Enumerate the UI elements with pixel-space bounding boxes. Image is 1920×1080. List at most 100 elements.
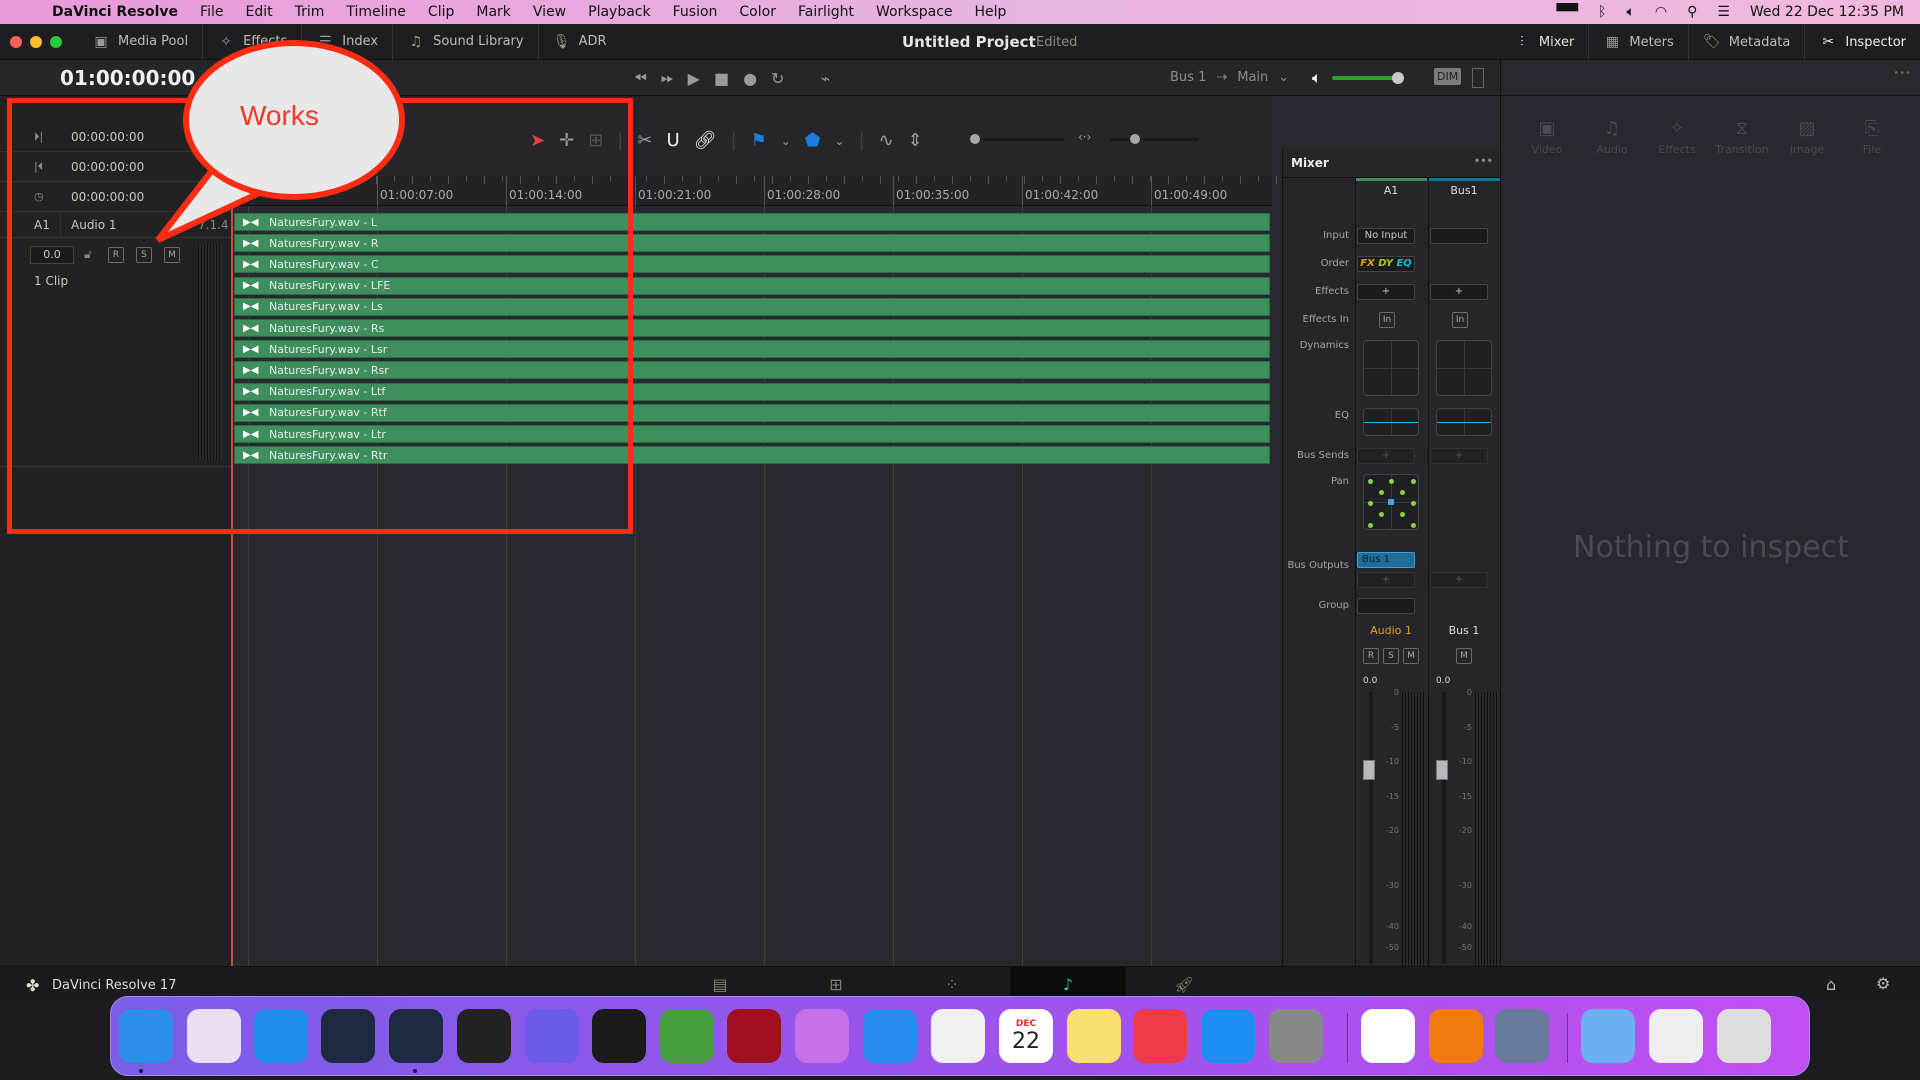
menu-workspace[interactable]: Workspace: [876, 4, 953, 20]
inspector-toggle-button[interactable]: ✂ Inspector: [1805, 24, 1920, 60]
spotlight-search-icon[interactable]: ⚲: [1687, 4, 1697, 20]
a1-input-selector[interactable]: No Input: [1357, 228, 1415, 244]
dock-safari-icon[interactable]: [254, 1009, 308, 1063]
bus-route[interactable]: Bus 1 ⇢ Main ⌄: [1170, 70, 1289, 85]
menubar-clock[interactable]: Wed 22 Dec 12:35 PM: [1750, 4, 1904, 20]
mixer-options-button[interactable]: •••: [1474, 156, 1493, 167]
stop-button[interactable]: ■: [714, 69, 729, 88]
a1-dynamics-graph[interactable]: [1363, 340, 1419, 396]
sound-library-button[interactable]: ♫ Sound Library: [393, 23, 539, 60]
close-window-button[interactable]: [10, 35, 22, 48]
dock-calendar-icon[interactable]: DEC 22: [999, 1009, 1053, 1063]
dock-resolve-64-icon[interactable]: [1361, 1009, 1415, 1063]
dock-keychain-access-icon[interactable]: [1495, 1009, 1549, 1063]
project-settings-gear-icon[interactable]: ⚙: [1876, 974, 1890, 993]
adr-button[interactable]: 🎙︎ ADR: [539, 24, 621, 60]
main-timecode[interactable]: 01:00:00:00: [60, 66, 195, 90]
pan-position-marker[interactable]: [1388, 499, 1394, 505]
dock-vlc-icon[interactable]: [1429, 1009, 1483, 1063]
wifi-icon[interactable]: ◠: [1655, 4, 1667, 20]
resolve-keyboard-icon[interactable]: ▀▀: [1556, 4, 1578, 20]
meters-toggle-button[interactable]: ▦ Meters: [1589, 24, 1689, 60]
rewind-button[interactable]: ⏪︎: [634, 68, 647, 88]
meter-toggle-button[interactable]: [1472, 68, 1484, 88]
dock-system-preferences-icon[interactable]: [1269, 1009, 1323, 1063]
a1-pan-control[interactable]: [1363, 474, 1419, 530]
menu-playback[interactable]: Playback: [588, 4, 650, 20]
dock-hindenburg-icon[interactable]: [727, 1009, 781, 1063]
a1-add-bus-output-button[interactable]: +: [1357, 572, 1415, 588]
marker-dropdown-icon[interactable]: ⌄: [834, 134, 844, 148]
a1-bus-output[interactable]: Bus 1: [1357, 552, 1415, 568]
bus1-input-selector[interactable]: [1430, 228, 1488, 244]
metadata-toggle-button[interactable]: 🏷︎ Metadata: [1689, 24, 1806, 60]
media-pool-button[interactable]: ▣ Media Pool: [78, 23, 204, 60]
a1-strip-name[interactable]: Audio 1: [1355, 624, 1427, 637]
flag-dropdown-icon[interactable]: ⌄: [781, 134, 791, 148]
menu-help[interactable]: Help: [975, 4, 1007, 20]
vertical-zoom-icon[interactable]: ⇕: [908, 130, 923, 151]
bus1-add-effect-button[interactable]: +: [1430, 284, 1488, 300]
volume-icon[interactable]: 🔈︎: [1626, 4, 1634, 20]
minimize-window-button[interactable]: [30, 35, 42, 48]
a1-record-button[interactable]: R: [1363, 648, 1379, 664]
zoom-window-button[interactable]: [50, 35, 62, 48]
bus1-add-bus-output-button[interactable]: +: [1430, 572, 1488, 588]
link-icon[interactable]: 🔗︎: [694, 130, 717, 151]
menu-fusion[interactable]: Fusion: [673, 4, 718, 20]
bus1-mute-button[interactable]: M: [1456, 648, 1472, 664]
menu-file[interactable]: File: [200, 4, 223, 20]
monitor-volume-slider[interactable]: [1331, 72, 1404, 84]
inspector-tab-audio[interactable]: ♫ Audio: [1582, 118, 1642, 156]
dim-button[interactable]: DIM: [1434, 68, 1462, 85]
menu-edit[interactable]: Edit: [245, 4, 272, 20]
menu-app-name[interactable]: DaVinci Resolve: [52, 4, 178, 20]
inspector-tab-video[interactable]: ▣ Video: [1517, 118, 1577, 156]
fader-handle[interactable]: [1436, 760, 1448, 780]
vertical-zoom-knob[interactable]: [970, 134, 980, 144]
fader-handle[interactable]: [1363, 760, 1375, 780]
control-center-icon[interactable]: ☰: [1717, 4, 1730, 20]
dock-disk-image-icon[interactable]: [1649, 1009, 1703, 1063]
volume-slider-knob[interactable]: [1391, 72, 1404, 84]
fast-forward-button[interactable]: ⏩︎: [661, 68, 674, 88]
vertical-zoom-slider[interactable]: [976, 138, 1064, 141]
a1-solo-button[interactable]: S: [1383, 648, 1399, 664]
menu-color[interactable]: Color: [739, 4, 776, 20]
inspector-tab-image[interactable]: ▨ Image: [1777, 118, 1837, 156]
dock-photos-icon[interactable]: [931, 1009, 985, 1063]
a1-add-effect-button[interactable]: +: [1357, 284, 1415, 300]
dock-applications-icon[interactable]: [1581, 1009, 1635, 1063]
dock-launchpad-icon[interactable]: [187, 1009, 241, 1063]
dock-davinci-resolve-icon[interactable]: [389, 1009, 443, 1063]
bus1-effects-in-button[interactable]: In: [1452, 312, 1468, 328]
a1-effects-in-button[interactable]: In: [1379, 312, 1395, 328]
loop-button[interactable]: ↻: [771, 69, 784, 88]
dock-notes-icon[interactable]: [1067, 1009, 1121, 1063]
dock-trash-icon[interactable]: [1717, 1009, 1771, 1063]
dock-keynote-like-icon[interactable]: [321, 1009, 375, 1063]
dock-mail-icon[interactable]: [863, 1009, 917, 1063]
record-button[interactable]: ●: [743, 69, 757, 88]
bus1-dynamics-graph[interactable]: [1436, 340, 1492, 396]
waveform-zoom-icon[interactable]: ∿: [879, 130, 894, 151]
inspector-options-button[interactable]: •••: [1893, 68, 1911, 79]
menu-fairlight[interactable]: Fairlight: [798, 4, 854, 20]
project-manager-home-icon[interactable]: ⌂: [1826, 975, 1836, 994]
dock-logic-pro-icon[interactable]: [592, 1009, 646, 1063]
speaker-icon[interactable]: 🔈︎: [1312, 68, 1322, 88]
menu-trim[interactable]: Trim: [295, 4, 325, 20]
menu-view[interactable]: View: [533, 4, 566, 20]
dock-app-store-icon[interactable]: [1201, 1009, 1255, 1063]
bluetooth-icon[interactable]: ᛒ: [1598, 4, 1606, 20]
inspector-tab-effects[interactable]: ✧ Effects: [1647, 118, 1707, 156]
horizontal-zoom-slider[interactable]: [1110, 138, 1198, 141]
snapping-icon[interactable]: ᑌ: [666, 130, 679, 151]
dock-final-cut-pro-icon[interactable]: [457, 1009, 511, 1063]
dock-siri-icon[interactable]: [525, 1009, 579, 1063]
menu-timeline[interactable]: Timeline: [346, 4, 406, 20]
razor-icon[interactable]: ✂: [637, 130, 652, 151]
a1-order-selector[interactable]: FX DY EQ: [1357, 256, 1415, 272]
menu-clip[interactable]: Clip: [428, 4, 454, 20]
dock-finder-icon[interactable]: [119, 1009, 173, 1063]
